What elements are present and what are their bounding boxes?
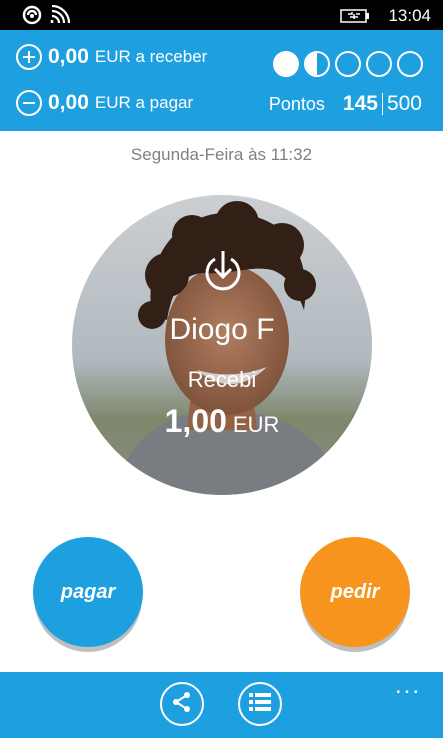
download-icon	[203, 249, 243, 298]
receive-label: EUR a receber	[94, 47, 208, 66]
contact-name: Diogo F	[169, 313, 275, 346]
level-dot	[335, 51, 361, 77]
more-menu-button[interactable]: ...	[395, 674, 421, 698]
transaction-overlay: Diogo F Recebi 1,00 EUR	[72, 195, 372, 495]
pay-amount: 0,00	[48, 91, 89, 114]
app-bar: ...	[0, 672, 443, 738]
plus-circle-icon	[16, 44, 42, 70]
clock: 13:04	[388, 6, 431, 25]
transaction-amount: 1,00 EUR	[72, 403, 372, 440]
points-divider	[381, 93, 383, 115]
points-value: 145	[342, 92, 378, 115]
list-button[interactable]	[238, 682, 282, 726]
share-icon	[171, 691, 193, 718]
list-icon	[249, 692, 271, 717]
level-dot	[397, 51, 423, 77]
level-indicator[interactable]	[273, 51, 423, 77]
transaction-card[interactable]: Diogo F Recebi 1,00 EUR	[72, 195, 372, 495]
pay-button[interactable]: pagar	[33, 537, 143, 647]
nfc-icon	[22, 5, 42, 30]
pay-label: EUR a pagar	[94, 93, 194, 112]
balance-header: 0,00 EUR a receber 0,00 EUR a pagar Pont…	[0, 30, 443, 131]
points-display[interactable]: Pontos 145 500	[269, 92, 422, 116]
amount-currency: EUR	[232, 412, 280, 437]
wifi-icon	[50, 4, 71, 30]
share-button[interactable]	[160, 682, 204, 726]
battery-charging-icon	[340, 8, 370, 29]
receive-balance[interactable]: 0,00 EUR a receber	[16, 44, 207, 70]
level-dot	[304, 51, 330, 77]
points-label: Pontos	[268, 94, 325, 114]
minus-circle-icon	[16, 90, 42, 116]
amount-value: 1,00	[164, 403, 227, 439]
transaction-datetime: Segunda-Feira às 11:32	[130, 145, 313, 164]
status-bar: 13:04	[0, 0, 443, 30]
level-dot	[366, 51, 392, 77]
points-max: 500	[386, 92, 422, 115]
pay-balance[interactable]: 0,00 EUR a pagar	[16, 90, 193, 116]
receive-amount: 0,00	[48, 45, 89, 68]
request-button[interactable]: pedir	[300, 537, 410, 647]
level-dot	[273, 51, 299, 77]
transaction-type: Recebi	[187, 367, 257, 392]
